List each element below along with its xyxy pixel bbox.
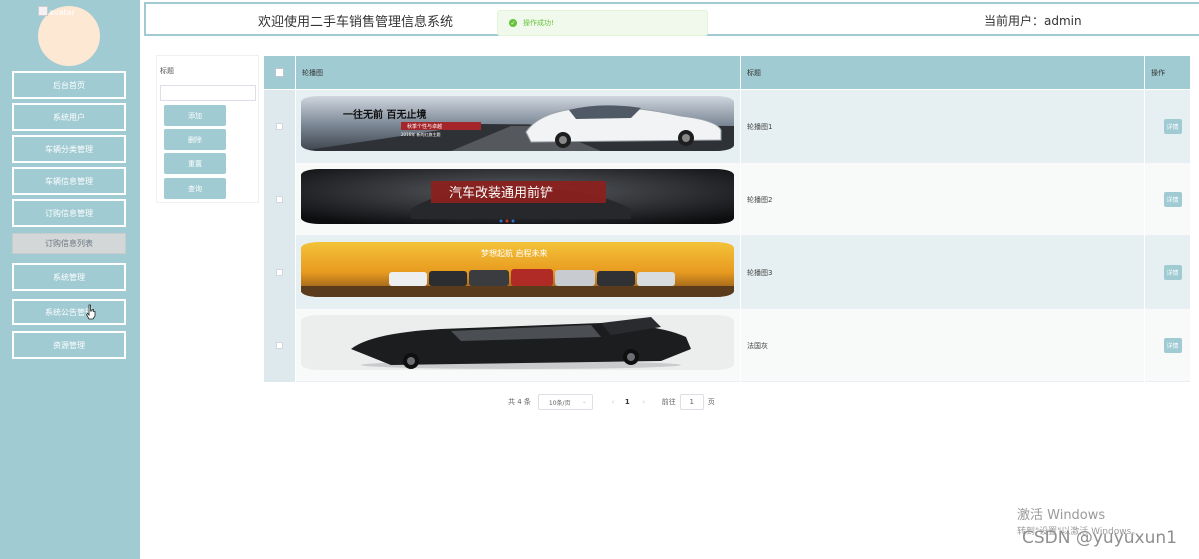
- banner-image-model-car[interactable]: [301, 315, 734, 370]
- pagination: 共 4 条 10条/页 ⌄ ‹ 1 › 前往 1 页: [508, 394, 715, 410]
- current-user: 当前用户：admin: [984, 14, 1082, 28]
- goto-page-input[interactable]: 1: [679, 394, 704, 410]
- svg-text:一往无前 百无止境: 一往无前 百无止境: [343, 108, 426, 121]
- sidebar-item-vehicle-category[interactable]: 车辆分类管理: [12, 135, 126, 163]
- row-checkbox[interactable]: [276, 123, 283, 130]
- add-button[interactable]: 添加: [164, 105, 226, 126]
- goto-label: 前往: [661, 398, 676, 406]
- chevron-down-icon: ⌄: [581, 398, 587, 405]
- row-checkbox-cell: [264, 236, 295, 309]
- svg-text:2016年 新的红旗主题: 2016年 新的红旗主题: [401, 131, 440, 137]
- table-row: 一往无前 百无止境 秋季个性与卓越 2016年 新的红旗主题 轮播图1 详情: [264, 90, 1190, 163]
- actions-cell: 详情: [1144, 163, 1190, 236]
- reset-button[interactable]: 重置: [164, 153, 226, 174]
- detail-button[interactable]: 详情: [1163, 338, 1182, 353]
- hand-cursor-icon: [86, 304, 96, 320]
- banner-title: 轮播图3: [740, 236, 1144, 309]
- sidebar-item-vehicle-info[interactable]: 车辆信息管理: [12, 167, 126, 195]
- sidebar-item-home[interactable]: 后台首页: [12, 71, 126, 99]
- page-size-value: 10条/页: [548, 399, 571, 407]
- actions-cell: 详情: [1144, 90, 1190, 163]
- table-row: 法国灰 详情: [264, 309, 1190, 382]
- title-label: 标题: [160, 67, 174, 75]
- banner-cell: [295, 309, 740, 382]
- select-all-checkbox[interactable]: [275, 68, 284, 77]
- search-panel: 标题 添加 删除 重置 查询: [156, 55, 259, 203]
- banner-title: 法国灰: [740, 309, 1144, 382]
- select-all-cell: [264, 56, 295, 89]
- row-checkbox[interactable]: [276, 196, 283, 203]
- toast-message: 操作成功!: [523, 19, 554, 27]
- sidebar-item-system-management[interactable]: 系统管理: [12, 263, 126, 291]
- table-row: 梦想起航 启程未来 轮播图3 详情: [264, 236, 1190, 309]
- svg-text:汽车改装通用前铲: 汽车改装通用前铲: [449, 185, 553, 201]
- detail-button[interactable]: 详情: [1163, 265, 1182, 280]
- detail-button[interactable]: 详情: [1163, 119, 1182, 134]
- csdn-watermark: CSDN @yuyuxun1: [1022, 528, 1177, 548]
- banner-image-front-bumper[interactable]: 汽车改装通用前铲: [301, 169, 734, 224]
- prev-page-icon[interactable]: ‹: [607, 398, 619, 406]
- query-button[interactable]: 查询: [164, 178, 226, 199]
- delete-button[interactable]: 删除: [164, 129, 226, 150]
- row-checkbox[interactable]: [276, 342, 283, 349]
- banner-cell: 梦想起航 启程未来: [295, 236, 740, 309]
- page-unit-label: 页: [707, 398, 715, 406]
- row-checkbox[interactable]: [276, 269, 283, 276]
- column-header-title[interactable]: 标题: [740, 56, 1144, 89]
- table-header: 轮播图 标题 操作: [264, 56, 1190, 89]
- page-size-select[interactable]: 10条/页 ⌄: [537, 394, 593, 410]
- banner-title: 轮播图1: [740, 90, 1144, 163]
- banner-cell: 一往无前 百无止境 秋季个性与卓越 2016年 新的红旗主题: [295, 90, 740, 163]
- detail-button[interactable]: 详情: [1163, 192, 1182, 207]
- column-header-image[interactable]: 轮播图: [295, 56, 740, 89]
- actions-cell: 详情: [1144, 236, 1190, 309]
- banner-cell: 汽车改装通用前铲: [295, 163, 740, 236]
- table-row: 汽车改装通用前铲 轮播图2 详情: [264, 163, 1190, 236]
- row-checkbox-cell: [264, 309, 295, 382]
- column-header-actions: 操作: [1144, 56, 1190, 89]
- svg-text:秋季个性与卓越: 秋季个性与卓越: [407, 123, 442, 130]
- avatar-broken-image-icon: avatar: [38, 6, 75, 17]
- success-toast: ✓ 操作成功!: [497, 10, 708, 36]
- pagination-total: 共 4 条: [508, 398, 531, 406]
- sidebar: avatar 后台首页 系统用户 车辆分类管理 车辆信息管理 订购信息管理 订购…: [0, 0, 140, 559]
- title-search-input[interactable]: [160, 85, 256, 101]
- sidebar-item-system-users[interactable]: 系统用户: [12, 103, 126, 131]
- banner-title: 轮播图2: [740, 163, 1144, 236]
- svg-text:梦想起航 启程未来: 梦想起航 启程未来: [481, 248, 548, 258]
- actions-cell: 详情: [1144, 309, 1190, 382]
- next-page-icon[interactable]: ›: [638, 398, 650, 406]
- sidebar-item-announcement[interactable]: 系统公告管理: [12, 299, 126, 325]
- page-number-current[interactable]: 1: [625, 398, 630, 406]
- row-checkbox-cell: [264, 163, 295, 236]
- sidebar-item-order-management[interactable]: 订购信息管理: [12, 199, 126, 227]
- check-circle-icon: ✓: [509, 19, 517, 27]
- avatar-wrapper: avatar: [38, 6, 100, 66]
- sidebar-item-order-list[interactable]: 订购信息列表: [12, 233, 126, 254]
- activation-title: 激活 Windows: [1017, 508, 1106, 523]
- sidebar-item-resources[interactable]: 资源管理: [12, 331, 126, 359]
- banner-image-suv-lineup[interactable]: 梦想起航 启程未来: [301, 242, 734, 297]
- banner-image-road-suv[interactable]: 一往无前 百无止境 秋季个性与卓越 2016年 新的红旗主题: [301, 96, 734, 151]
- page-title: 欢迎使用二手车销售管理信息系统: [258, 15, 454, 30]
- row-checkbox-cell: [264, 90, 295, 163]
